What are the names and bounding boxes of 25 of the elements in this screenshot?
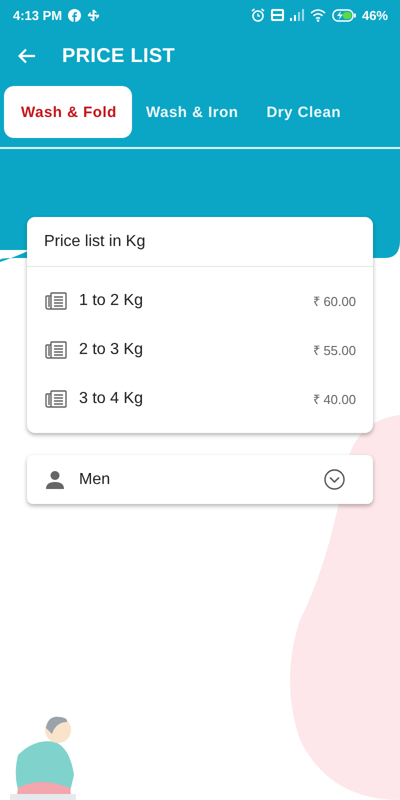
battery-icon xyxy=(332,8,356,22)
newspaper-icon xyxy=(45,390,67,408)
price-text: ₹ 40.00 xyxy=(312,390,356,408)
weight-range: 3 to 4 Kg xyxy=(79,390,144,408)
price-text: ₹ 55.00 xyxy=(312,342,356,358)
status-time: 4:13 PM xyxy=(13,8,62,22)
alarm-icon xyxy=(250,8,265,22)
battery-percent: 46% xyxy=(362,8,388,22)
tab[interactable]: Wash & Fold xyxy=(4,86,132,138)
facebook-icon xyxy=(68,8,82,22)
pinwheel-icon xyxy=(87,8,100,22)
category-dropdown[interactable]: Men xyxy=(27,455,373,504)
back-arrow-icon[interactable] xyxy=(18,48,36,64)
wifi-icon xyxy=(310,8,326,22)
page-title: PRICE LIST xyxy=(62,44,176,68)
person-icon xyxy=(45,470,65,490)
card-title: Price list in Kg xyxy=(27,217,373,267)
newspaper-icon xyxy=(45,340,67,358)
signal-icon xyxy=(290,9,304,21)
weight-range: 1 to 2 Kg xyxy=(79,292,144,310)
weight-range: 2 to 3 Kg xyxy=(79,340,144,358)
volte-icon xyxy=(270,9,284,21)
chevron-down-icon xyxy=(324,469,345,490)
newspaper-icon xyxy=(45,292,67,310)
price-text: ₹ 60.00 xyxy=(312,292,356,310)
